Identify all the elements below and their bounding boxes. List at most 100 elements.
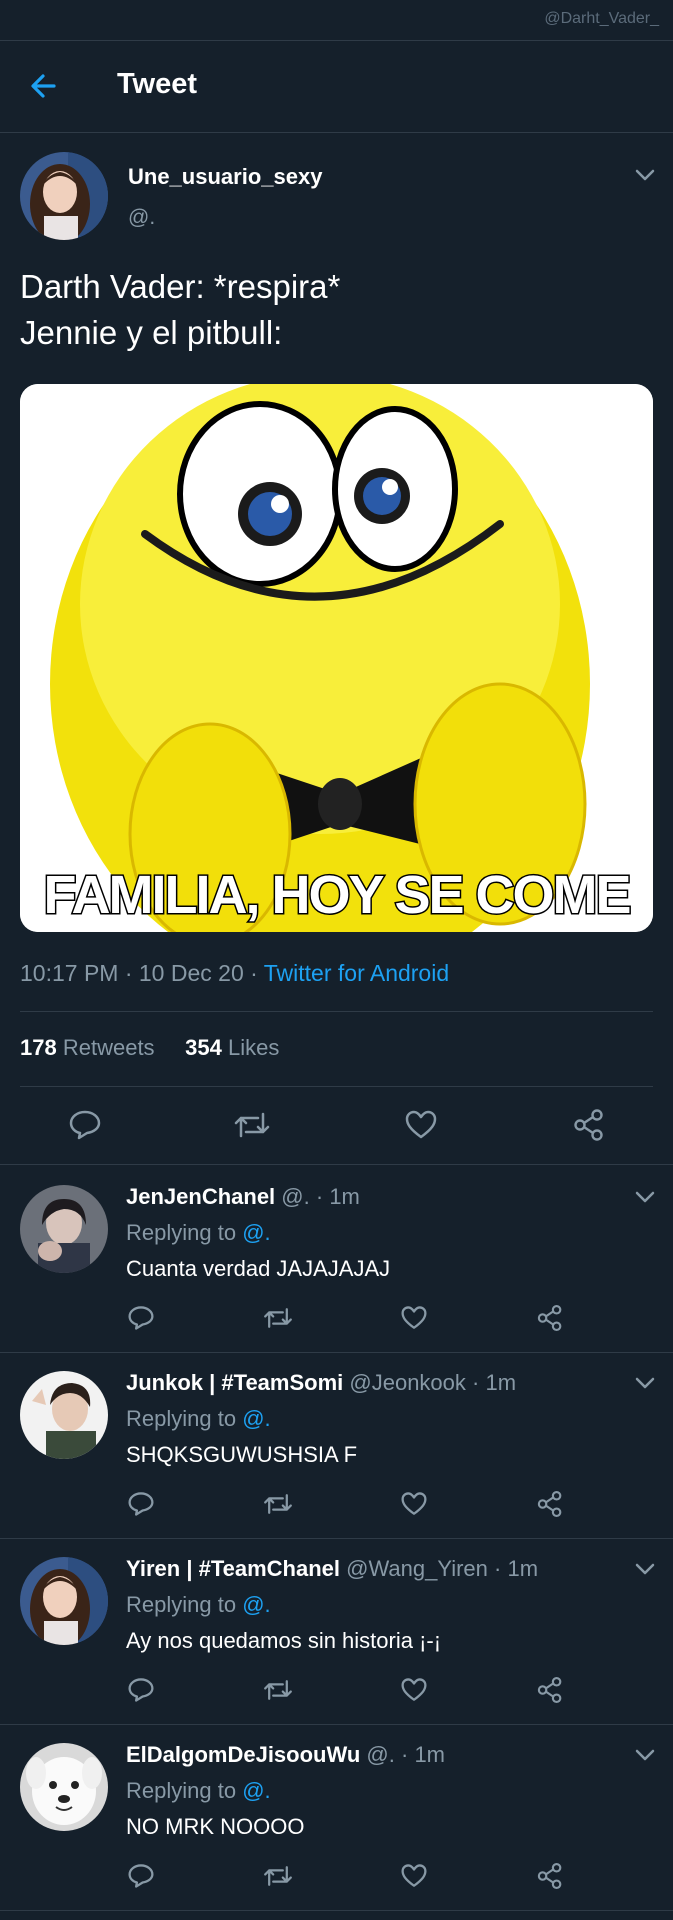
tweet-menu-button[interactable] xyxy=(634,168,656,187)
tweet-media[interactable]: FAMILIA, HOY SE COME xyxy=(20,384,653,932)
share-button[interactable] xyxy=(536,1490,564,1518)
tweet-timestamp: 10:17 PM · 10 Dec 20 · xyxy=(20,960,264,986)
retweet-icon xyxy=(264,1866,292,1886)
like-button[interactable] xyxy=(404,1109,438,1141)
reply-icon xyxy=(128,1306,154,1330)
replying-to-label: Replying to xyxy=(126,1406,237,1431)
reply-button[interactable] xyxy=(127,1677,155,1703)
divider xyxy=(20,1086,653,1087)
retweet-button[interactable] xyxy=(262,1678,294,1702)
reply-author-handle[interactable]: @. xyxy=(366,1742,394,1767)
chevron-down-icon xyxy=(635,1563,655,1575)
reply-time: · 1m xyxy=(472,1370,517,1395)
reply-menu-button[interactable] xyxy=(634,1376,656,1395)
replying-to: Replying to @. xyxy=(126,1778,271,1804)
replying-to-mention[interactable]: @. xyxy=(242,1778,270,1803)
author-name[interactable]: Une_usuario_sexy xyxy=(128,164,322,190)
reply-menu-button[interactable] xyxy=(634,1190,656,1209)
heart-icon xyxy=(401,1492,427,1515)
tweet-source-link[interactable]: Twitter for Android xyxy=(264,960,449,986)
reply-time: · 1m xyxy=(401,1742,445,1767)
chevron-down-icon xyxy=(635,1191,655,1203)
tweet-stats: 178 Retweets 354 Likes xyxy=(20,1035,279,1061)
reply-author-handle[interactable]: @Jeonkook xyxy=(349,1370,466,1395)
author-handle[interactable]: @. xyxy=(128,206,155,230)
like-button[interactable] xyxy=(400,1305,428,1331)
reply-author-name[interactable]: JenJenChanel xyxy=(126,1184,275,1209)
divider xyxy=(0,1538,673,1539)
retweet-button[interactable] xyxy=(262,1492,294,1516)
reply-header: Junkok | #TeamSomi @Jeonkook · 1m xyxy=(126,1370,516,1396)
retweets-label: Retweets xyxy=(62,1035,155,1060)
share-icon xyxy=(537,1490,562,1518)
retweet-button[interactable] xyxy=(262,1306,294,1330)
reply-time: · 1m xyxy=(315,1184,360,1209)
heart-icon xyxy=(401,1306,427,1329)
divider xyxy=(0,1910,673,1911)
top-bar: Tweet xyxy=(0,40,673,132)
reply-icon xyxy=(128,1492,154,1516)
retweet-button[interactable] xyxy=(262,1864,294,1888)
reply-text: SHQKSGUWUSHSIA F xyxy=(126,1442,358,1467)
replying-to-label: Replying to xyxy=(126,1220,237,1245)
divider xyxy=(0,132,673,133)
reply-author-name[interactable]: Junkok | #TeamSomi xyxy=(126,1370,343,1395)
reply-menu-button[interactable] xyxy=(634,1562,656,1581)
likes-stat[interactable]: 354 Likes xyxy=(185,1035,279,1060)
reply-avatar[interactable] xyxy=(20,1557,108,1645)
chevron-down-icon xyxy=(635,169,655,181)
reply-header: Yiren | #TeamChanel @Wang_Yiren · 1m xyxy=(126,1556,538,1582)
share-button[interactable] xyxy=(536,1676,564,1704)
reply-text: NO MRK NOOOO xyxy=(126,1814,305,1839)
retweet-icon xyxy=(264,1494,292,1514)
retweets-stat[interactable]: 178 Retweets xyxy=(20,1035,155,1060)
reply-text: Ay nos quedamos sin historia ¡-¡ xyxy=(126,1628,442,1653)
reply-button[interactable] xyxy=(127,1863,155,1889)
share-button[interactable] xyxy=(536,1862,564,1890)
reply-author-name[interactable]: Yiren | #TeamChanel xyxy=(126,1556,340,1581)
arrow-left-icon xyxy=(31,74,56,98)
retweets-count: 178 xyxy=(20,1035,57,1060)
reply-avatar[interactable] xyxy=(20,1371,108,1459)
divider xyxy=(20,1011,653,1012)
watermark: @Darht_Vader_ xyxy=(544,10,659,27)
reply-author-handle[interactable]: @Wang_Yiren xyxy=(346,1556,488,1581)
reply-icon xyxy=(128,1864,154,1888)
replying-to: Replying to @. xyxy=(126,1220,271,1246)
share-button[interactable] xyxy=(536,1304,564,1332)
divider xyxy=(0,1352,673,1353)
page-title: Tweet xyxy=(117,68,198,100)
like-button[interactable] xyxy=(400,1863,428,1889)
replying-to-mention[interactable]: @. xyxy=(242,1406,270,1431)
tweet-text-line: Darth Vader: *respira* xyxy=(20,268,341,305)
share-button[interactable] xyxy=(572,1108,606,1142)
reply-author-name[interactable]: ElDalgomDeJisoouWu xyxy=(126,1742,360,1767)
replying-to-label: Replying to xyxy=(126,1592,237,1617)
reply-button[interactable] xyxy=(68,1109,102,1141)
retweet-icon xyxy=(264,1308,292,1328)
retweet-icon xyxy=(264,1680,292,1700)
replying-to: Replying to @. xyxy=(126,1592,271,1618)
reply-menu-button[interactable] xyxy=(634,1748,656,1767)
avatar[interactable] xyxy=(20,152,108,240)
back-button[interactable] xyxy=(24,66,64,106)
replying-to-mention[interactable]: @. xyxy=(242,1592,270,1617)
reply-author-handle[interactable]: @. xyxy=(281,1184,309,1209)
share-icon xyxy=(537,1862,562,1890)
tweet-text: Darth Vader: *respira* Jennie y el pitbu… xyxy=(20,264,340,356)
share-icon xyxy=(537,1304,562,1332)
divider xyxy=(0,1724,673,1725)
reply-button[interactable] xyxy=(127,1491,155,1517)
share-icon xyxy=(574,1109,603,1141)
retweet-icon xyxy=(234,1112,270,1138)
reply-avatar[interactable] xyxy=(20,1743,108,1831)
reply-button[interactable] xyxy=(127,1305,155,1331)
chevron-down-icon xyxy=(635,1377,655,1389)
retweet-button[interactable] xyxy=(232,1110,272,1140)
like-button[interactable] xyxy=(400,1677,428,1703)
heart-icon xyxy=(405,1110,437,1139)
replying-to-mention[interactable]: @. xyxy=(242,1220,270,1245)
like-button[interactable] xyxy=(400,1491,428,1517)
reply-text: Cuanta verdad JAJAJAJAJ xyxy=(126,1256,391,1281)
reply-avatar[interactable] xyxy=(20,1185,108,1273)
